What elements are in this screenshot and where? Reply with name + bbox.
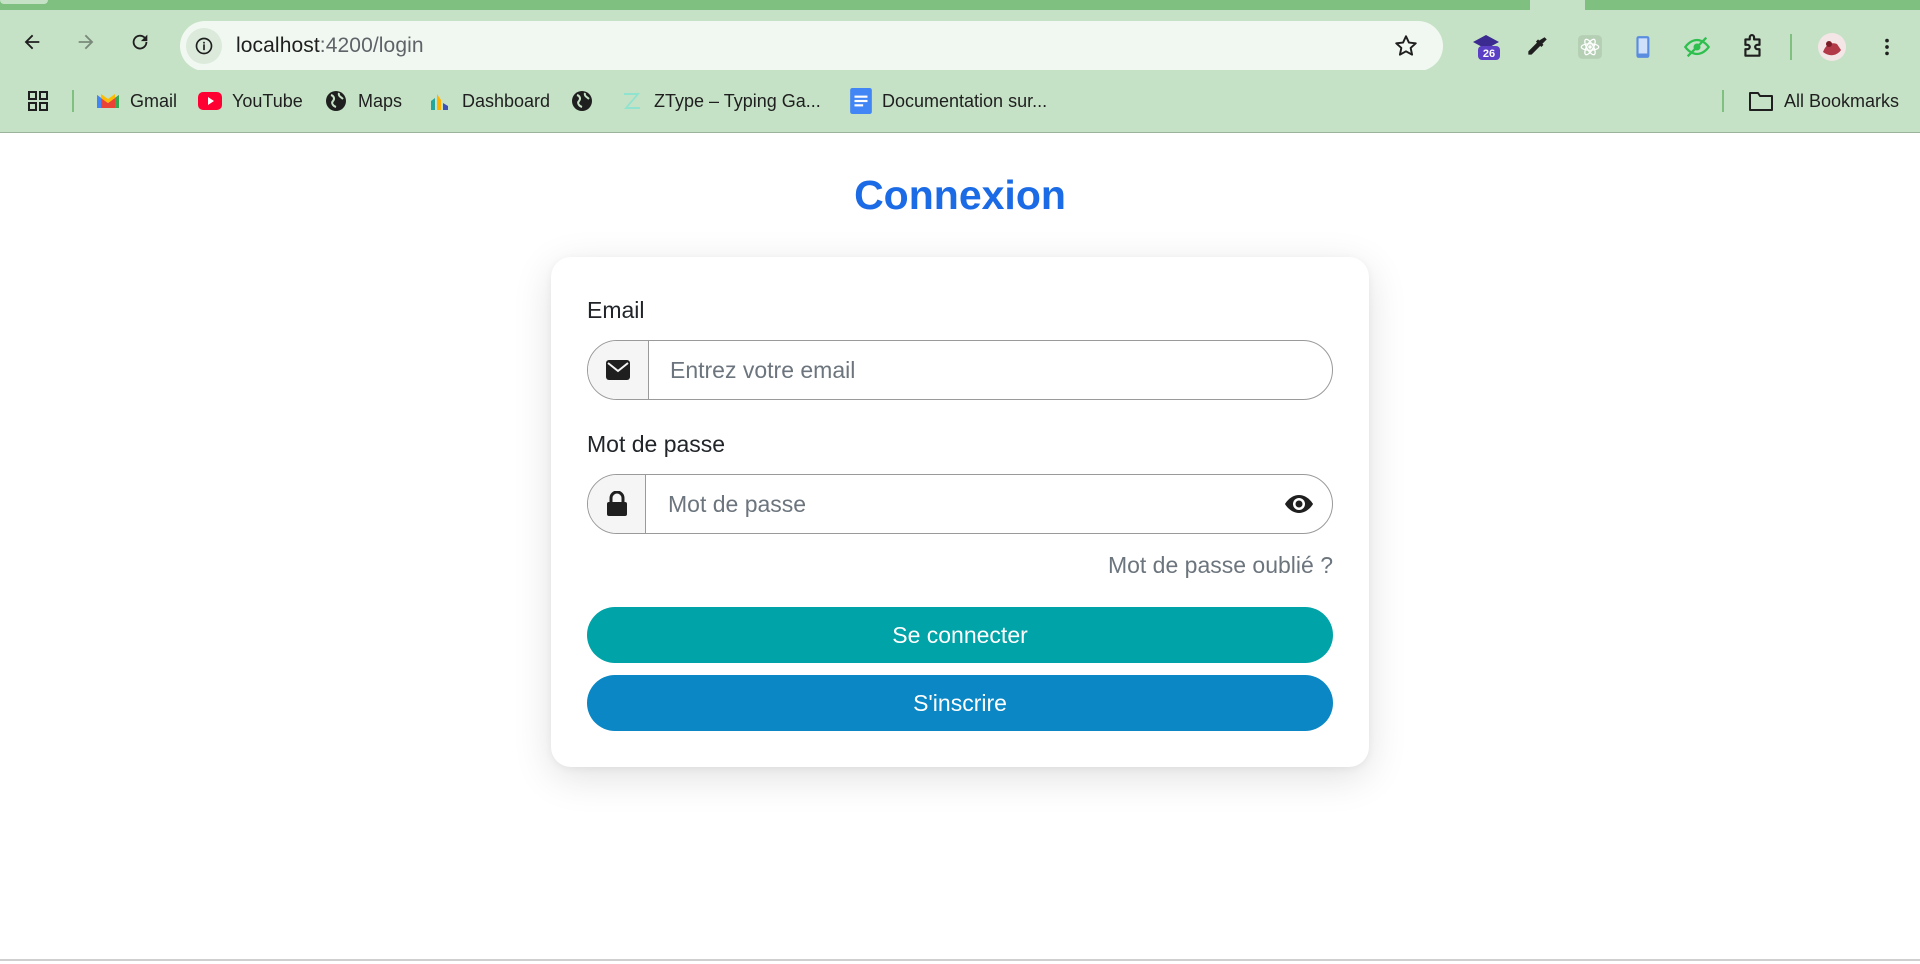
email-label: Email [587, 297, 645, 323]
apps-grid-icon [28, 91, 48, 111]
extension-button-5[interactable] [1680, 30, 1714, 64]
bookmark-label: YouTube [232, 90, 303, 111]
forgot-password-link[interactable]: Mot de passe oublié ? [1108, 552, 1333, 579]
bookmark-gmail[interactable]: Gmail [96, 88, 177, 114]
bookmarks-separator [72, 90, 74, 112]
password-field-group [587, 474, 1333, 534]
password-input[interactable] [668, 475, 1248, 533]
bookmark-label: Dashboard [462, 90, 551, 111]
arrow-left-icon [24, 34, 40, 50]
globe-icon [572, 91, 592, 111]
bookmark-star-button[interactable] [1393, 33, 1419, 64]
eye-icon [1285, 495, 1313, 513]
forward-button[interactable] [68, 24, 104, 60]
bookmark-label: Documentation sur... [882, 90, 1048, 111]
extension-badge: 26 [1483, 48, 1495, 60]
info-icon [195, 37, 213, 55]
page-title: Connexion [854, 172, 1066, 218]
extension-button-3[interactable] [1573, 30, 1607, 64]
react-icon [1578, 35, 1602, 59]
dashboard-icon [431, 94, 448, 110]
browser-menu-button[interactable] [1870, 30, 1904, 64]
eyedropper-icon [1528, 37, 1547, 55]
youtube-icon [198, 92, 222, 110]
bookmarks-separator-right [1722, 90, 1724, 112]
password-label: Mot de passe [587, 431, 726, 457]
extension-button-4[interactable] [1627, 30, 1661, 64]
puzzle-icon [1744, 34, 1761, 57]
ztype-icon [624, 93, 640, 109]
bookmark-label: Gmail [130, 90, 178, 111]
email-input[interactable] [670, 341, 1310, 399]
extension-button-1[interactable]: 26 [1470, 30, 1504, 64]
profile-avatar[interactable] [1815, 30, 1849, 64]
eye-slash-icon [1683, 36, 1711, 58]
back-button[interactable] [14, 24, 50, 60]
toolbar-divider [1790, 34, 1792, 60]
page-bottom-border [0, 959, 1920, 961]
email-addon [588, 341, 649, 399]
arrow-right-icon [78, 34, 94, 50]
tab-left[interactable] [0, 0, 48, 4]
login-card: Email Mot de passe Mot de passe oublié ?… [551, 257, 1369, 767]
globe-icon [326, 91, 346, 111]
docs-icon [850, 88, 872, 114]
register-button[interactable]: S'inscrire [587, 675, 1333, 731]
reload-button[interactable] [122, 24, 158, 60]
more-vert-icon [1885, 38, 1889, 56]
reload-icon [132, 34, 148, 50]
extension-button-2[interactable] [1520, 30, 1554, 64]
apps-button[interactable] [26, 88, 50, 114]
gmail-icon [97, 94, 119, 108]
bookmarks-bar: Gmail YouTube Maps Dashboard ZType – Typ… [0, 70, 1920, 133]
toggle-password-visibility-button[interactable] [1284, 491, 1314, 522]
bookmark-globe[interactable] [570, 88, 594, 114]
bookmark-youtube[interactable]: YouTube [198, 88, 303, 114]
login-button[interactable]: Se connecter [587, 607, 1333, 663]
mobile-icon [1636, 36, 1650, 58]
url-host: localhost [236, 34, 320, 57]
browser-toolbar: localhost:4200/login 26 [0, 10, 1920, 71]
password-addon [588, 475, 646, 533]
bookmark-documentation[interactable]: Documentation sur... [850, 88, 1047, 114]
url-path: :4200/login [319, 34, 424, 57]
avatar-icon [1818, 33, 1846, 61]
address-bar[interactable]: localhost:4200/login [180, 21, 1443, 71]
envelope-icon [606, 360, 630, 380]
star-icon [1395, 35, 1417, 56]
bookmark-dashboard[interactable]: Dashboard [428, 88, 550, 114]
lock-icon [606, 491, 627, 516]
bookmark-ztype[interactable]: ZType – Typing Ga... [620, 88, 821, 114]
url-text[interactable]: localhost:4200/login [236, 34, 424, 58]
all-bookmarks-button[interactable]: All Bookmarks [1748, 88, 1899, 114]
bookmark-maps[interactable]: Maps [324, 88, 402, 114]
email-field-group [587, 340, 1333, 400]
site-info-button[interactable] [186, 28, 222, 64]
all-bookmarks-label: All Bookmarks [1784, 90, 1900, 111]
bookmark-label: ZType – Typing Ga... [654, 90, 821, 111]
graduation-cap-icon: 26 [1473, 35, 1500, 60]
extensions-menu-button[interactable] [1736, 30, 1770, 64]
bookmark-label: Maps [358, 90, 403, 111]
folder-icon [1749, 92, 1773, 111]
